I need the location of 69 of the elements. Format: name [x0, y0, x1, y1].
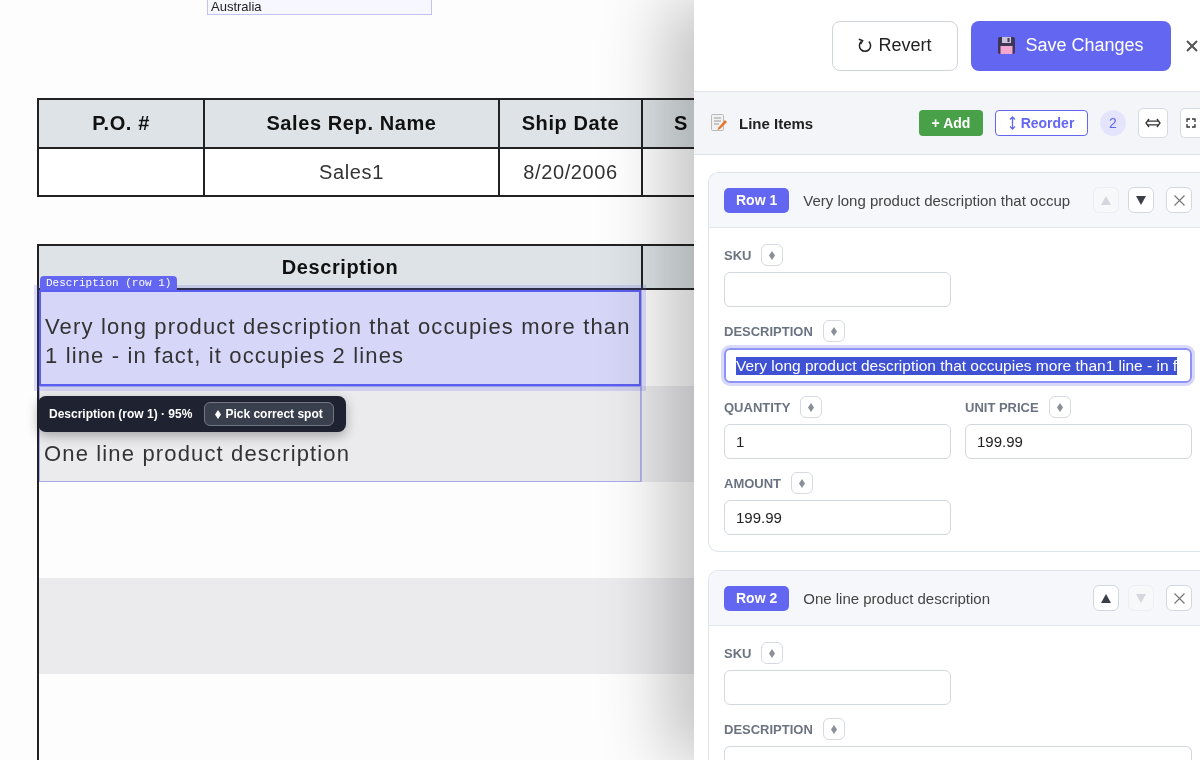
up-down-arrow-icon: [1008, 116, 1016, 130]
diamond-icon: [808, 402, 815, 412]
expand-icon: [1185, 118, 1196, 128]
country-field: Australia: [207, 0, 432, 15]
close-icon[interactable]: [1186, 39, 1198, 52]
column-header: Sales Rep. Name: [266, 112, 437, 134]
locate-button[interactable]: [800, 396, 823, 418]
diamond-icon: [1056, 402, 1063, 412]
swap-button[interactable]: [1138, 108, 1168, 138]
field-label: DESCRIPTION: [724, 721, 813, 737]
move-down-button[interactable]: [1128, 187, 1154, 213]
text-field[interactable]: [724, 272, 951, 307]
locate-button[interactable]: [761, 642, 784, 664]
description-text: One line product description: [44, 440, 352, 468]
field-tag: Description (row 1): [40, 276, 178, 290]
column-header: S: [674, 112, 688, 134]
save-button[interactable]: Save Changes: [971, 20, 1171, 71]
diamond-icon: [830, 724, 837, 734]
remove-button[interactable]: [1166, 187, 1192, 213]
locate-button[interactable]: [791, 472, 814, 494]
field-label: DESCRIPTION: [724, 323, 813, 339]
row-title: One line product description: [803, 589, 991, 607]
expand-button[interactable]: [1180, 108, 1200, 138]
section-title: Line Items: [739, 114, 814, 132]
locate-button[interactable]: [1048, 396, 1071, 418]
text-field[interactable]: 1: [724, 424, 951, 459]
field-label: AMOUNT: [724, 475, 782, 491]
text-field[interactable]: 199.99: [724, 500, 951, 535]
text-field[interactable]: [724, 670, 951, 705]
up-triangle-icon: [1101, 593, 1111, 603]
tooltip-text: Description (row 1) · 95%: [49, 407, 193, 421]
text-field[interactable]: Very long product description that occupies more than1 line - in f: [724, 348, 1192, 383]
row-title: Very long product description that occup: [803, 191, 1072, 209]
row-badge: Row 1: [724, 187, 790, 213]
field-label: UNIT PRICE: [965, 399, 1039, 415]
up-triangle-icon: [1101, 195, 1111, 205]
table-cell: 8/20/2006: [523, 160, 618, 183]
reorder-button[interactable]: Reorder: [995, 110, 1088, 136]
counterclockwise-arrow-icon: [858, 38, 873, 53]
count-badge: 2: [1100, 110, 1126, 136]
move-up-button[interactable]: [1093, 585, 1119, 611]
close-icon: [1173, 194, 1185, 206]
column-header: Ship Date: [521, 112, 620, 134]
text-field[interactable]: [724, 746, 1192, 760]
description-text: Very long product description that occupies more than 1 line - in fact, it occupies 2 lines: [45, 313, 632, 370]
field-label: SKU: [724, 645, 752, 661]
diamond-icon: [215, 409, 222, 419]
diamond-icon: [769, 250, 776, 260]
left-right-arrow-icon: [1145, 118, 1161, 128]
field-label: SKU: [724, 247, 752, 263]
down-triangle-icon: [1136, 195, 1146, 205]
pick-spot-button[interactable]: Pick correct spot: [204, 402, 334, 426]
down-triangle-icon: [1136, 593, 1146, 603]
memo-icon: [711, 114, 727, 132]
locate-button[interactable]: [761, 244, 784, 266]
table-cell: Sales1: [319, 160, 384, 183]
locate-button[interactable]: [822, 320, 845, 342]
field-label: QUANTITY: [724, 399, 791, 415]
column-header: Description: [281, 255, 399, 279]
row-badge: Row 2: [724, 585, 790, 611]
text-field[interactable]: 199.99: [965, 424, 1192, 459]
diamond-icon: [830, 326, 837, 336]
locate-button[interactable]: [822, 718, 845, 740]
diamond-icon: [799, 478, 806, 488]
remove-button[interactable]: [1166, 585, 1192, 611]
column-header: P.O. #: [92, 112, 150, 134]
close-icon: [1173, 592, 1185, 604]
revert-button[interactable]: Revert: [832, 20, 958, 71]
diamond-icon: [769, 648, 776, 658]
